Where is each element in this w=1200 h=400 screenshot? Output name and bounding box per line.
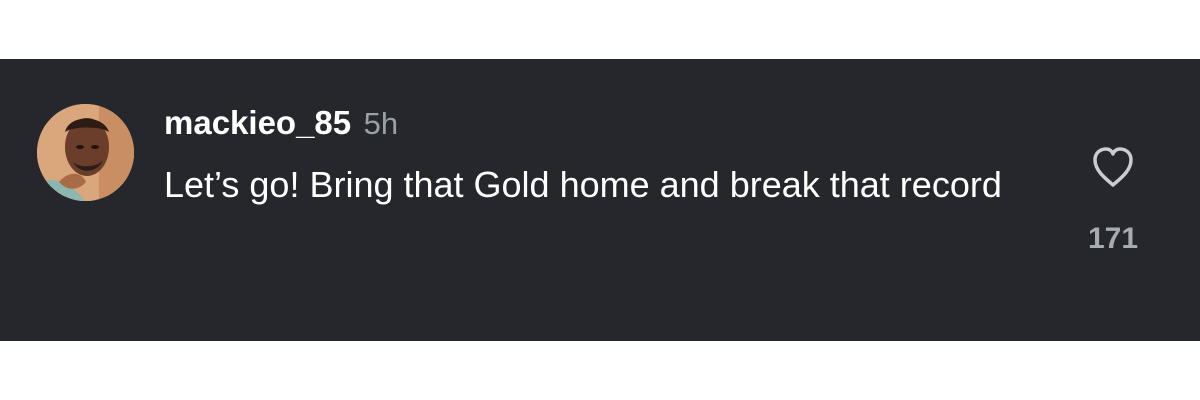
comment-text: Let’s go! Bring that Gold home and break… [164, 164, 1002, 205]
like-count: 171 [1087, 222, 1139, 255]
like-button[interactable] [1087, 141, 1139, 193]
timestamp: 5h [363, 106, 399, 141]
username[interactable]: mackieo_85 [164, 104, 351, 141]
heart-outline-icon [1093, 147, 1133, 187]
comment-meta: mackieo_85 5h [164, 103, 398, 143]
avatar-image [37, 104, 134, 201]
comment-panel: mackieo_85 5h Let’s go! Bring that Gold … [0, 59, 1200, 341]
avatar[interactable] [37, 104, 134, 201]
